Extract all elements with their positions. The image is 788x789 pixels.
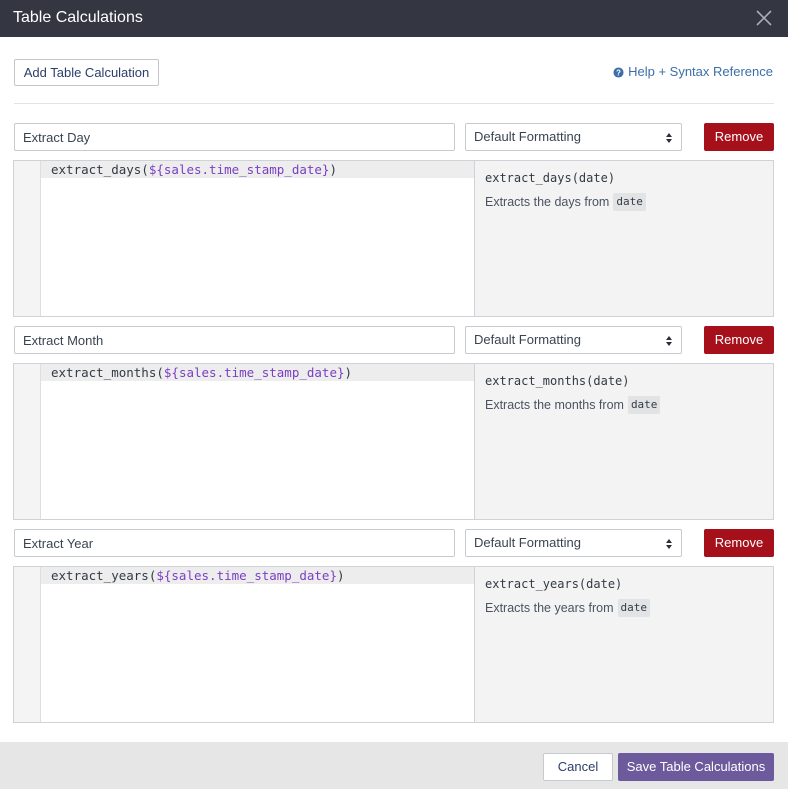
field-reference: ${sales.time_stamp_date} (163, 365, 345, 380)
expression-editor[interactable]: extract_days(${sales.time_stamp_date}) (13, 160, 475, 317)
expression-code: extract_months(${sales.time_stamp_date}) (51, 365, 353, 380)
modal-title: Table Calculations (13, 9, 143, 26)
add-table-calculation-button[interactable]: Add Table Calculation (14, 59, 159, 86)
calculation-name-input[interactable] (14, 529, 455, 557)
param-badge: date (627, 396, 661, 414)
calculation-row: Default Formatting Remove extract_months… (0, 326, 788, 521)
modal-footer: Cancel Save Table Calculations (0, 742, 788, 789)
question-circle-icon: ? (613, 66, 624, 78)
line-gutter (14, 364, 41, 519)
format-select[interactable]: Default Formatting (465, 529, 682, 557)
function-signature: extract_months(date) (485, 374, 630, 388)
calculation-name-input[interactable] (14, 123, 455, 151)
remove-button[interactable]: Remove (704, 123, 774, 151)
calculation-row: Default Formatting Remove extract_years(… (0, 529, 788, 724)
function-doc-panel: extract_days(date) Extracts the days fro… (475, 160, 774, 317)
help-syntax-link[interactable]: ? Help + Syntax Reference (613, 64, 773, 80)
function-description: Extracts the days from date (485, 193, 646, 211)
function-doc-panel: extract_months(date) Extracts the months… (475, 363, 774, 520)
save-table-calculations-button[interactable]: Save Table Calculations (618, 753, 774, 781)
line-gutter (14, 567, 41, 722)
help-link-label: Help + Syntax Reference (628, 64, 773, 79)
format-select[interactable]: Default Formatting (465, 326, 682, 354)
function-doc-panel: extract_years(date) Extracts the years f… (475, 566, 774, 723)
function-signature: extract_years(date) (485, 577, 623, 591)
remove-button[interactable]: Remove (704, 529, 774, 557)
function-description: Extracts the months from date (485, 396, 661, 414)
close-button[interactable] (754, 8, 774, 28)
format-select-value: Default Formatting (474, 332, 581, 347)
expression-editor[interactable]: extract_months(${sales.time_stamp_date}) (13, 363, 475, 520)
modal-body: Add Table Calculation ? Help + Syntax Re… (0, 37, 788, 742)
calculation-name-input[interactable] (14, 326, 455, 354)
format-select-value: Default Formatting (474, 129, 581, 144)
modal-header: Table Calculations (0, 0, 788, 37)
format-select-value: Default Formatting (474, 535, 581, 550)
field-reference: ${sales.time_stamp_date} (148, 162, 330, 177)
format-select[interactable]: Default Formatting (465, 123, 682, 151)
remove-button[interactable]: Remove (704, 326, 774, 354)
cancel-button[interactable]: Cancel (543, 753, 613, 781)
divider (14, 103, 774, 104)
calculation-row: Default Formatting Remove extract_days($… (0, 123, 788, 318)
param-badge: date (613, 193, 646, 211)
close-icon (756, 10, 772, 26)
expression-code: extract_days(${sales.time_stamp_date}) (51, 162, 337, 177)
select-arrows-icon (666, 133, 672, 143)
line-gutter (14, 161, 41, 316)
expression-editor[interactable]: extract_years(${sales.time_stamp_date}) (13, 566, 475, 723)
field-reference: ${sales.time_stamp_date} (156, 568, 337, 583)
select-arrows-icon (666, 336, 672, 346)
param-badge: date (617, 599, 651, 617)
select-arrows-icon (666, 539, 672, 549)
svg-text:?: ? (616, 68, 621, 77)
function-signature: extract_days(date) (485, 171, 616, 185)
function-description: Extracts the years from date (485, 599, 651, 617)
expression-code: extract_years(${sales.time_stamp_date}) (51, 568, 345, 583)
